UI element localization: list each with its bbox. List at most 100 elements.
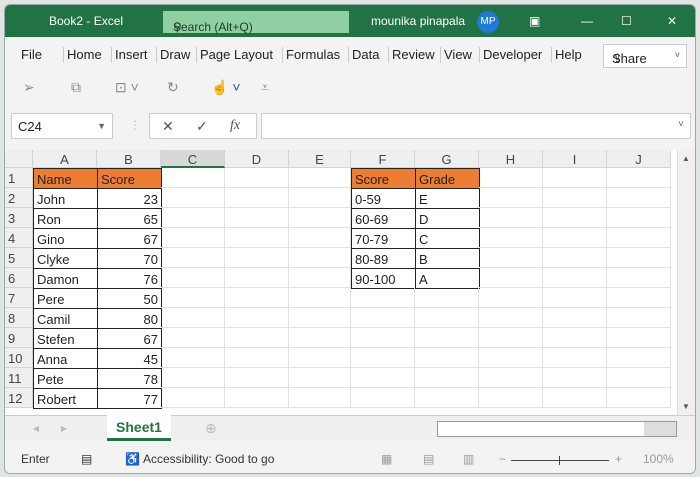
- cell[interactable]: [607, 188, 671, 208]
- row-header-7[interactable]: 7: [5, 288, 33, 308]
- cell[interactable]: [351, 288, 415, 308]
- student-cell[interactable]: 67: [97, 228, 162, 249]
- tab-page-layout[interactable]: Page Layout: [200, 47, 273, 62]
- cell[interactable]: [543, 328, 607, 348]
- scroll-down-icon[interactable]: ▼: [682, 402, 690, 411]
- grade-cell[interactable]: D: [415, 208, 480, 229]
- expand-icon[interactable]: ˅: [678, 119, 684, 130]
- student-cell[interactable]: Camil: [33, 308, 98, 329]
- next-sheet-icon[interactable]: ▸: [61, 421, 67, 435]
- cell[interactable]: [479, 248, 543, 268]
- cell[interactable]: [543, 188, 607, 208]
- cell[interactable]: [415, 308, 479, 328]
- search-box[interactable]: ⚲ Search (Alt+Q): [163, 11, 349, 34]
- cell[interactable]: [543, 268, 607, 288]
- cell[interactable]: [415, 288, 479, 308]
- normal-view-icon[interactable]: ▦: [381, 452, 392, 466]
- cell[interactable]: [289, 328, 351, 348]
- cell[interactable]: [543, 228, 607, 248]
- grade-cell[interactable]: C: [415, 228, 480, 249]
- cell[interactable]: [161, 168, 225, 188]
- cell[interactable]: [161, 368, 225, 388]
- tab-review[interactable]: Review: [392, 47, 435, 62]
- student-cell[interactable]: Clyke: [33, 248, 98, 269]
- share-button[interactable]: ⇪ Share ˅: [603, 44, 687, 68]
- prev-sheet-icon[interactable]: ◂: [33, 421, 39, 435]
- student-cell[interactable]: 45: [97, 348, 162, 369]
- cell[interactable]: [225, 168, 289, 188]
- tab-data[interactable]: Data: [352, 47, 379, 62]
- column-header-F[interactable]: F: [351, 150, 415, 168]
- cell[interactable]: [225, 348, 289, 368]
- cell[interactable]: [479, 308, 543, 328]
- grade-cell[interactable]: A: [415, 268, 480, 289]
- formula-input[interactable]: ˅: [261, 113, 691, 139]
- cell[interactable]: [543, 208, 607, 228]
- tab-insert[interactable]: Insert: [115, 47, 148, 62]
- grade-cell[interactable]: 80-89: [351, 248, 416, 269]
- students-header[interactable]: Name: [33, 168, 98, 189]
- student-cell[interactable]: 78: [97, 368, 162, 389]
- student-cell[interactable]: 76: [97, 268, 162, 289]
- minimize-icon[interactable]: —: [581, 14, 593, 28]
- student-cell[interactable]: 65: [97, 208, 162, 229]
- redo-icon[interactable]: ↻: [167, 79, 179, 96]
- name-box[interactable]: C24 ▼: [11, 113, 113, 139]
- row-header-4[interactable]: 4: [5, 228, 33, 248]
- student-cell[interactable]: 23: [97, 188, 162, 209]
- close-icon[interactable]: ✕: [667, 14, 677, 28]
- customize-qat-icon[interactable]: ⩡: [261, 79, 269, 96]
- cell[interactable]: [543, 348, 607, 368]
- cell[interactable]: [479, 188, 543, 208]
- insert-function-icon[interactable]: fx: [230, 118, 240, 134]
- grade-cell[interactable]: 0-59: [351, 188, 416, 209]
- cell[interactable]: [289, 248, 351, 268]
- picture-icon[interactable]: ⊡ ˅: [115, 79, 139, 96]
- cell[interactable]: [607, 328, 671, 348]
- tab-sheet1[interactable]: Sheet1: [107, 415, 171, 441]
- students-header[interactable]: Score: [97, 168, 162, 189]
- column-header-I[interactable]: I: [543, 150, 607, 168]
- student-cell[interactable]: Stefen: [33, 328, 98, 349]
- row-header-2[interactable]: 2: [5, 188, 33, 208]
- row-header-6[interactable]: 6: [5, 268, 33, 288]
- cell[interactable]: [225, 308, 289, 328]
- tab-formulas[interactable]: Formulas: [286, 47, 340, 62]
- cell[interactable]: [543, 388, 607, 408]
- cell[interactable]: [289, 388, 351, 408]
- student-cell[interactable]: John: [33, 188, 98, 209]
- row-header-1[interactable]: 1: [5, 168, 33, 188]
- grades-header[interactable]: Score: [351, 168, 416, 189]
- student-cell[interactable]: 67: [97, 328, 162, 349]
- cell[interactable]: [289, 288, 351, 308]
- cell[interactable]: [289, 348, 351, 368]
- cell[interactable]: [543, 308, 607, 328]
- tab-developer[interactable]: Developer: [483, 47, 542, 62]
- send-icon[interactable]: ➢: [23, 79, 35, 96]
- tab-draw[interactable]: Draw: [160, 47, 190, 62]
- tab-help[interactable]: Help: [555, 47, 582, 62]
- cell[interactable]: [607, 348, 671, 368]
- cell[interactable]: [479, 268, 543, 288]
- student-cell[interactable]: 80: [97, 308, 162, 329]
- cell[interactable]: [479, 288, 543, 308]
- accessibility-status[interactable]: Accessibility: Good to go: [143, 452, 274, 466]
- row-header-5[interactable]: 5: [5, 248, 33, 268]
- accessibility-icon[interactable]: ♿: [125, 452, 140, 466]
- student-cell[interactable]: Robert: [33, 388, 98, 409]
- cell[interactable]: [161, 188, 225, 208]
- select-all-corner[interactable]: [5, 150, 33, 168]
- worksheet-grid[interactable]: ▲ ▼ A B C D E F G H I J 1 Name Score Score Grade 2 John 23…: [5, 150, 695, 415]
- cell[interactable]: [225, 388, 289, 408]
- cell[interactable]: [543, 248, 607, 268]
- cell[interactable]: [289, 308, 351, 328]
- zoom-level[interactable]: 100%: [643, 452, 674, 466]
- cell[interactable]: [161, 268, 225, 288]
- cell[interactable]: [607, 368, 671, 388]
- ribbon-display-icon[interactable]: ▣: [529, 14, 540, 28]
- grade-cell[interactable]: 70-79: [351, 228, 416, 249]
- cell[interactable]: [479, 208, 543, 228]
- cell[interactable]: [161, 248, 225, 268]
- student-cell[interactable]: Damon: [33, 268, 98, 289]
- cell[interactable]: [351, 348, 415, 368]
